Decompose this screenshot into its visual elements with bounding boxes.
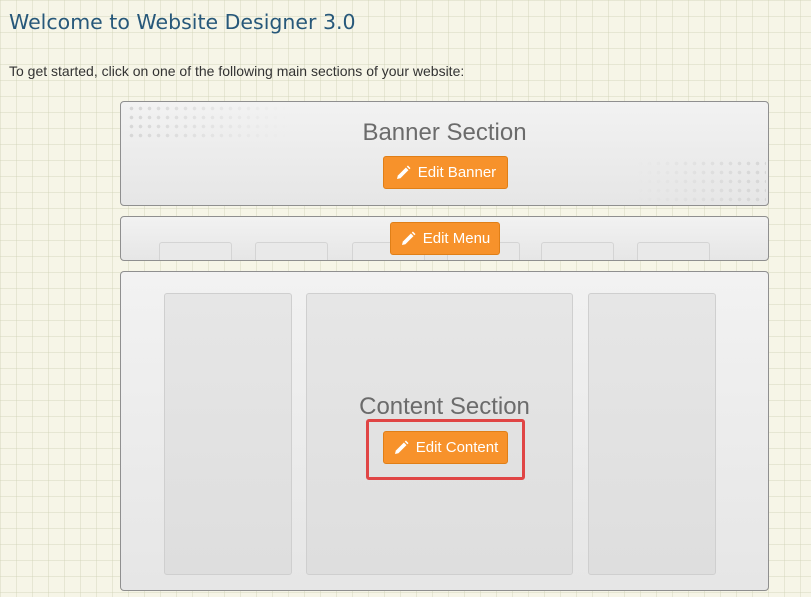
menu-placeholder-tab (541, 242, 614, 260)
content-section[interactable]: Content Section Edit Content (120, 271, 769, 591)
menu-placeholder-tab (159, 242, 232, 260)
pencil-icon (393, 440, 409, 456)
edit-content-label: Edit Content (415, 439, 499, 456)
edit-banner-label: Edit Banner (417, 164, 497, 181)
menu-placeholder-tab (255, 242, 328, 260)
page-title: Welcome to Website Designer 3.0 (9, 10, 356, 34)
pencil-icon (400, 231, 416, 247)
content-column-right (588, 293, 716, 575)
pencil-icon (395, 165, 411, 181)
intro-text: To get started, click on one of the foll… (9, 63, 465, 79)
edit-menu-label: Edit Menu (422, 230, 491, 247)
edit-banner-button[interactable]: Edit Banner (383, 156, 508, 189)
menu-placeholder-tab (637, 242, 710, 260)
content-section-title: Content Section (359, 393, 530, 420)
content-column-left (164, 293, 292, 575)
menu-section[interactable]: Edit Menu (120, 216, 769, 261)
edit-content-button[interactable]: Edit Content (383, 431, 508, 464)
banner-section-title: Banner Section (362, 119, 527, 146)
banner-decoration-dots (636, 159, 766, 203)
edit-menu-button[interactable]: Edit Menu (390, 222, 500, 255)
banner-section[interactable]: Banner Section Edit Banner (120, 101, 769, 206)
